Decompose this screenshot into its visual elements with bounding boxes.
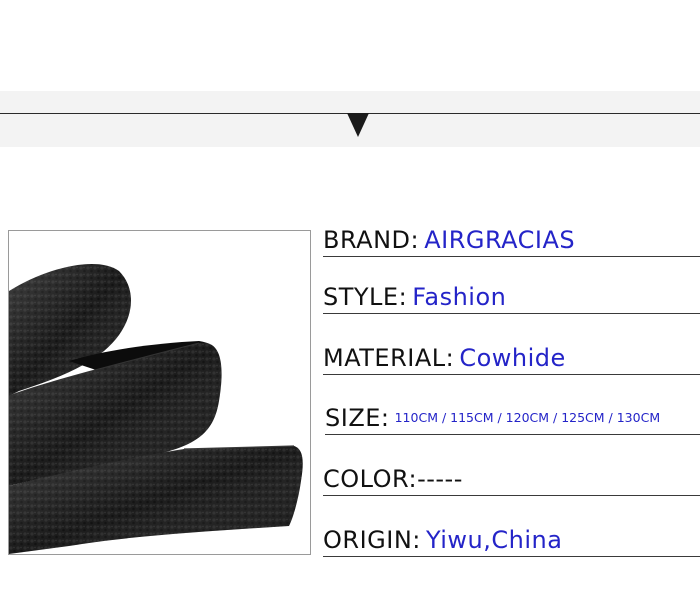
product-image xyxy=(8,230,311,555)
spec-row-material: MATERIAL: Cowhide xyxy=(323,344,700,375)
size-label: SIZE: xyxy=(325,404,390,432)
brand-label: BRAND: xyxy=(323,226,420,254)
origin-label: ORIGIN: xyxy=(323,526,421,554)
material-value: Cowhide xyxy=(459,344,566,372)
spec-row-style: STYLE: Fashion xyxy=(323,283,700,314)
spec-row-size: SIZE: 110CM / 115CM / 120CM / 125CM / 13… xyxy=(325,404,700,435)
brand-value: AIRGRACIAS xyxy=(424,226,576,254)
origin-value: Yiwu,China xyxy=(425,526,563,554)
material-label: MATERIAL: xyxy=(323,344,455,372)
down-triangle-icon xyxy=(347,113,369,137)
spec-row-brand: BRAND: AIRGRACIAS xyxy=(323,226,700,257)
leather-belt-illustration xyxy=(9,263,303,554)
style-value: Fashion xyxy=(412,283,507,311)
style-label: STYLE: xyxy=(323,283,408,311)
spec-row-origin: ORIGIN: Yiwu,China xyxy=(323,526,700,557)
spec-row-color: COLOR:----- xyxy=(323,465,700,496)
size-value: 110CM / 115CM / 120CM / 125CM / 130CM xyxy=(394,410,661,425)
color-label: COLOR:----- xyxy=(323,465,463,493)
